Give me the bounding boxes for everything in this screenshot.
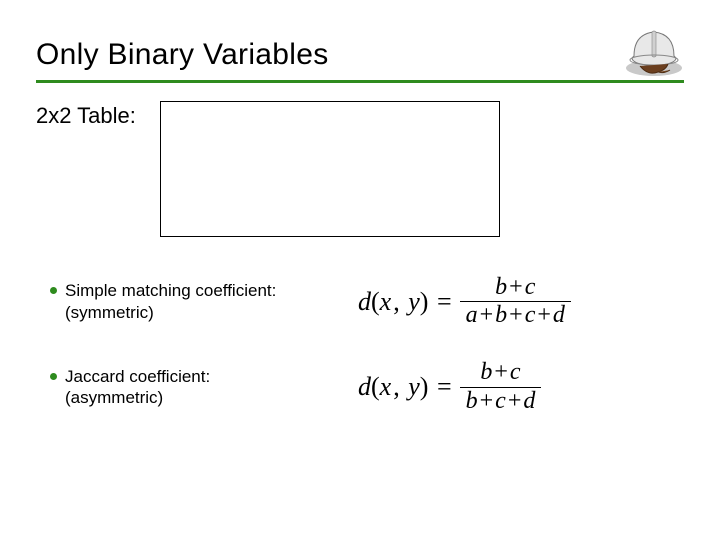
formula-numerator: b+c [489, 275, 541, 300]
bullet-line2: (symmetric) [65, 302, 276, 323]
title-underline [36, 80, 684, 83]
formula-denominator: a+b+c+d [460, 303, 571, 328]
formula-fraction: b+c a+b+c+d [460, 275, 571, 328]
bullet-line2: (asymmetric) [65, 387, 210, 408]
formula-numerator: b+c [474, 360, 526, 385]
slide-title: Only Binary Variables [36, 38, 684, 78]
slide: Only Binary Variables 2x2 Table: Simple … [0, 0, 720, 540]
formula-denominator: b+c+d [460, 389, 542, 414]
bullet-text: Jaccard coefficient: (asymmetric) [50, 366, 330, 409]
formula-fraction: b+c b+c+d [460, 360, 542, 413]
bullet-lines: Simple matching coefficient: (symmetric) [65, 280, 276, 323]
bullet-text: Simple matching coefficient: (symmetric) [50, 280, 330, 323]
bullet-line1: Simple matching coefficient: [65, 280, 276, 301]
formula-lhs: d(x, y) = [358, 287, 454, 317]
bullet-dot-icon [50, 287, 57, 294]
bullet-line1: Jaccard coefficient: [65, 366, 210, 387]
formula-jaccard: d(x, y) = b+c b+c+d [354, 358, 545, 415]
formula-lhs: d(x, y) = [358, 372, 454, 402]
bullet-dot-icon [50, 373, 57, 380]
table-placeholder-box [160, 101, 500, 237]
bullet-simple-matching: Simple matching coefficient: (symmetric)… [36, 273, 684, 330]
subheading-2x2: 2x2 Table: [36, 101, 136, 129]
table-row-section: 2x2 Table: [36, 101, 684, 237]
formula-simple-matching: d(x, y) = b+c a+b+c+d [354, 273, 575, 330]
hardhat-icon [618, 20, 690, 80]
bullet-jaccard: Jaccard coefficient: (asymmetric) d(x, y… [36, 358, 684, 415]
bullet-lines: Jaccard coefficient: (asymmetric) [65, 366, 210, 409]
